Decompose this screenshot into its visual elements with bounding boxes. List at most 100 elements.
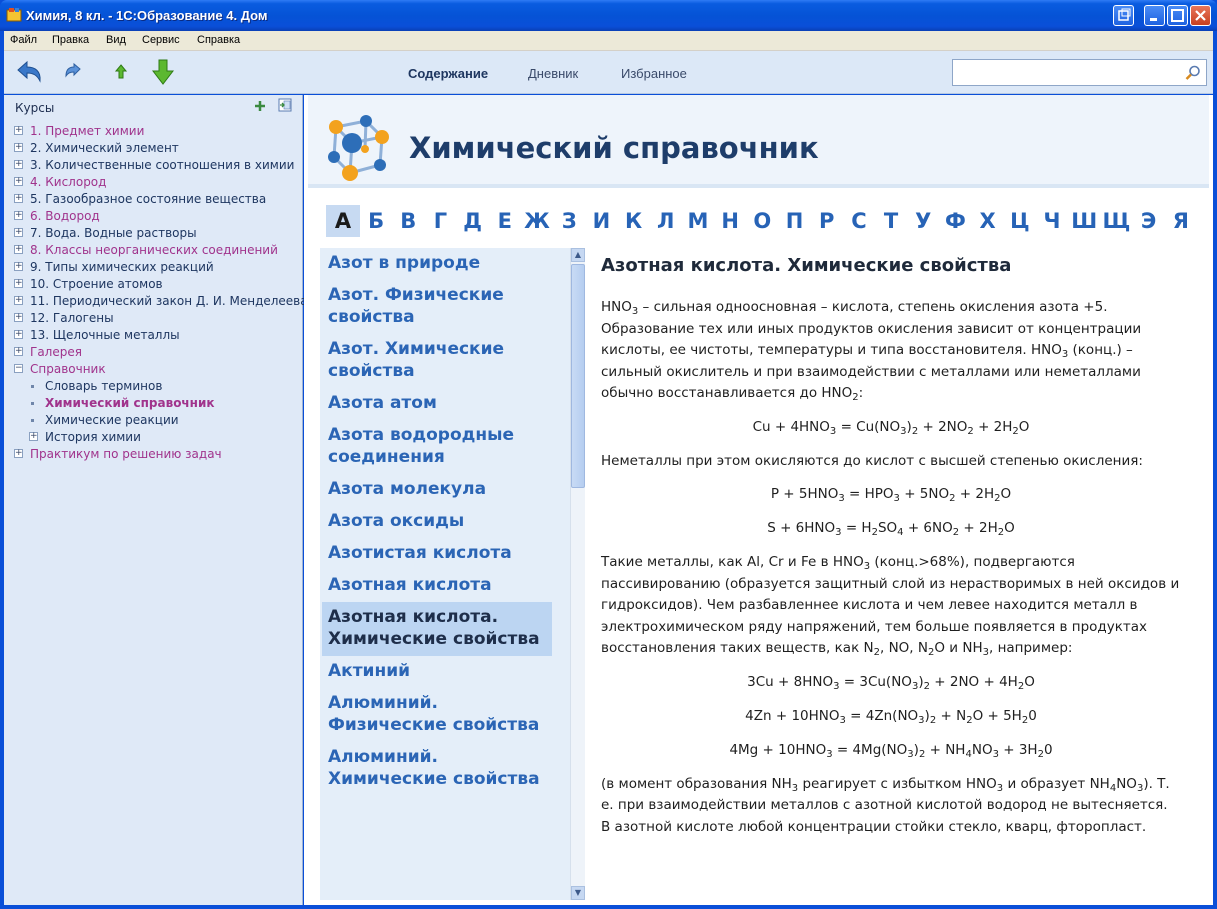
- expand-icon[interactable]: +: [14, 313, 23, 322]
- letter-link[interactable]: К: [618, 205, 650, 237]
- sidebar-item[interactable]: − Справочник: [14, 361, 299, 378]
- expand-icon[interactable]: +: [14, 143, 23, 152]
- sidebar-item[interactable]: +6. Водород: [14, 208, 299, 225]
- letter-link[interactable]: М: [682, 205, 714, 237]
- letter-link[interactable]: Д: [457, 205, 489, 237]
- letter-link[interactable]: Н: [714, 205, 746, 237]
- menu-file[interactable]: Файл: [10, 34, 37, 46]
- article-list-item[interactable]: Азот в природе: [320, 248, 554, 280]
- sidebar-item[interactable]: +1. Предмет химии: [14, 123, 299, 140]
- letter-link[interactable]: С: [843, 205, 875, 237]
- letter-link[interactable]: И: [585, 205, 617, 237]
- add-icon[interactable]: [254, 100, 266, 112]
- sidebar-item[interactable]: +7. Вода. Водные растворы: [14, 225, 299, 242]
- sidebar-item[interactable]: Словарь терминов: [14, 378, 299, 395]
- letter-link[interactable]: Щ: [1100, 205, 1132, 237]
- letter-link[interactable]: Ц: [1004, 205, 1036, 237]
- sidebar-item[interactable]: +3. Количественные соотношения в химии: [14, 157, 299, 174]
- expand-icon[interactable]: +: [14, 330, 23, 339]
- letter-link[interactable]: Б: [360, 205, 392, 237]
- letter-link[interactable]: Ш: [1068, 205, 1100, 237]
- tab-contents[interactable]: Содержание: [408, 66, 488, 81]
- letter-link[interactable]: Ф: [939, 205, 971, 237]
- expand-icon[interactable]: +: [14, 228, 23, 237]
- article-list-item[interactable]: Азота атом: [320, 388, 554, 420]
- letter-link[interactable]: У: [907, 205, 939, 237]
- sidebar-item[interactable]: +8. Классы неорганических соединений: [14, 242, 299, 259]
- scroll-up-icon[interactable]: ▲: [571, 248, 585, 262]
- collapse-icon[interactable]: −: [14, 364, 23, 373]
- expand-icon[interactable]: +: [14, 449, 23, 458]
- sidebar-item[interactable]: Химические реакции: [14, 412, 299, 429]
- letter-link[interactable]: Г: [424, 205, 456, 237]
- expand-icon[interactable]: +: [14, 211, 23, 220]
- letter-link[interactable]: Ж: [521, 205, 553, 237]
- back-arrow-icon[interactable]: [14, 57, 44, 87]
- article-list-item[interactable]: Азотная кислота. Химические свойства: [322, 602, 552, 656]
- article-list-item[interactable]: Азот. Химические свойства: [320, 334, 554, 388]
- article-list-item[interactable]: Азот. Физические свойства: [320, 280, 554, 334]
- title-bar[interactable]: Химия, 8 кл. - 1С:Образование 4. Дом: [0, 0, 1217, 31]
- expand-icon[interactable]: +: [14, 160, 23, 169]
- article-list-item[interactable]: Алюминий. Химические свойства: [320, 742, 554, 796]
- letter-link[interactable]: Ч: [1036, 205, 1068, 237]
- download-arrow-icon[interactable]: [148, 57, 178, 87]
- sidebar-item[interactable]: +12. Галогены: [14, 310, 299, 327]
- maximize-button[interactable]: [1167, 5, 1188, 26]
- expand-icon[interactable]: +: [14, 347, 23, 356]
- forward-arrow-icon[interactable]: [58, 57, 88, 87]
- article-list-item[interactable]: Азота водородные соединения: [320, 420, 554, 474]
- search-icon[interactable]: [1184, 64, 1202, 82]
- sidebar-item[interactable]: Химический справочник: [14, 395, 299, 412]
- expand-icon[interactable]: +: [14, 194, 23, 203]
- sidebar-item[interactable]: + Галерея: [14, 344, 299, 361]
- scroll-down-icon[interactable]: ▼: [571, 886, 585, 900]
- letter-link[interactable]: Е: [489, 205, 521, 237]
- letter-link[interactable]: Р: [811, 205, 843, 237]
- minimize-button[interactable]: [1144, 5, 1165, 26]
- menu-edit[interactable]: Правка: [52, 34, 89, 46]
- letter-link[interactable]: В: [392, 205, 424, 237]
- expand-icon[interactable]: +: [14, 126, 23, 135]
- expand-icon[interactable]: +: [29, 432, 38, 441]
- article-list-item[interactable]: Азота оксиды: [320, 506, 554, 538]
- sidebar-item[interactable]: + Практикум по решению задач: [14, 446, 299, 463]
- letter-link[interactable]: О: [746, 205, 778, 237]
- article-list-scrollbar[interactable]: ▲ ▼: [570, 248, 585, 900]
- scroll-thumb[interactable]: [571, 264, 585, 488]
- letter-link[interactable]: Л: [650, 205, 682, 237]
- sidebar-item[interactable]: +9. Типы химических реакций: [14, 259, 299, 276]
- sidebar-item[interactable]: +13. Щелочные металлы: [14, 327, 299, 344]
- letter-link[interactable]: А: [326, 205, 360, 237]
- letter-link[interactable]: Х: [972, 205, 1004, 237]
- article-list-item[interactable]: Актиний: [320, 656, 554, 688]
- menu-help[interactable]: Справка: [197, 34, 240, 46]
- sidebar-item[interactable]: + История химии: [14, 429, 299, 446]
- restore-icon[interactable]: [1113, 5, 1134, 26]
- sidebar-item[interactable]: +2. Химический элемент: [14, 140, 299, 157]
- search-input[interactable]: [952, 59, 1207, 86]
- sidebar-item[interactable]: +11. Периодический закон Д. И. Менделеев…: [14, 293, 308, 310]
- close-button[interactable]: [1190, 5, 1211, 26]
- expand-icon[interactable]: +: [14, 245, 23, 254]
- sidebar-item[interactable]: +5. Газообразное состояние вещества: [14, 191, 299, 208]
- article-list-item[interactable]: Азотная кислота: [320, 570, 554, 602]
- article-list-item[interactable]: Алюминий. Физические свойства: [320, 688, 554, 742]
- expand-icon[interactable]: +: [14, 279, 23, 288]
- letter-link[interactable]: Э: [1133, 205, 1165, 237]
- tab-favorites[interactable]: Избранное: [621, 66, 687, 81]
- sidebar-item[interactable]: +10. Строение атомов: [14, 276, 299, 293]
- menu-service[interactable]: Сервис: [142, 34, 180, 46]
- letter-link[interactable]: З: [553, 205, 585, 237]
- sidebar-item[interactable]: +4. Кислород: [14, 174, 299, 191]
- letter-link[interactable]: Я: [1165, 205, 1197, 237]
- menu-view[interactable]: Вид: [106, 34, 126, 46]
- expand-icon[interactable]: +: [14, 296, 23, 305]
- export-icon[interactable]: [278, 98, 292, 112]
- up-arrow-icon[interactable]: [106, 57, 136, 87]
- article-list-item[interactable]: Азота молекула: [320, 474, 554, 506]
- tab-diary[interactable]: Дневник: [528, 66, 578, 81]
- expand-icon[interactable]: +: [14, 177, 23, 186]
- expand-icon[interactable]: +: [14, 262, 23, 271]
- article-list-item[interactable]: Азотистая кислота: [320, 538, 554, 570]
